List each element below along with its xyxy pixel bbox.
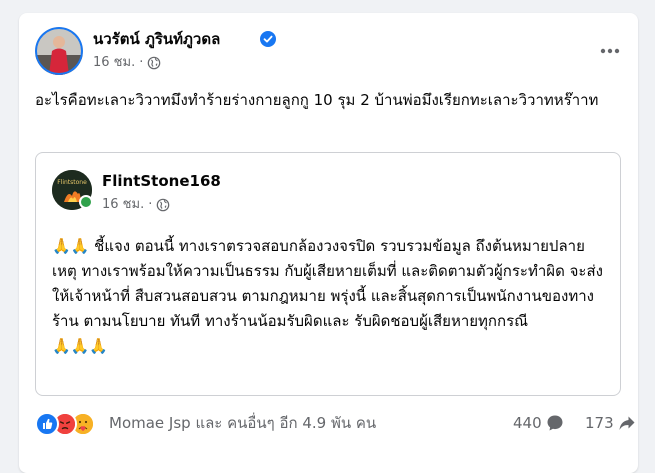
shared-post[interactable]: Flintstone FlintStone168 16 ชม. · 🙏🙏 ชี้… xyxy=(35,152,621,396)
more-options-button[interactable] xyxy=(594,35,626,67)
post-time[interactable]: 16 ชม. xyxy=(93,54,135,72)
shared-post-time[interactable]: 16 ชม. xyxy=(102,196,144,214)
shared-post-meta: 16 ชม. · xyxy=(102,196,170,214)
pray-emoji-closing: 🙏🙏🙏 xyxy=(52,337,109,355)
shared-post-text: 🙏🙏 ชี้แจง ตอนนี้ ทางเราตรวจสอบกล้องวงจรป… xyxy=(52,234,608,359)
author-avatar[interactable] xyxy=(35,27,83,75)
online-status-dot xyxy=(79,195,93,209)
pray-emoji: 🙏🙏 xyxy=(52,237,90,255)
shared-author-name[interactable]: FlintStone168 xyxy=(102,171,221,191)
more-dots-icon xyxy=(600,48,620,54)
comments-count[interactable]: 440 xyxy=(513,413,564,433)
globe-icon xyxy=(157,198,170,212)
share-icon xyxy=(619,416,635,430)
comment-icon xyxy=(547,415,563,431)
reactions-summary[interactable]: Momae Jsp และ คนอื่นๆ อีก 4.9 พัน คน xyxy=(109,413,376,433)
shared-post-body: ชี้แจง ตอนนี้ ทางเราตรวจสอบกล้องวงจรปิด … xyxy=(52,237,603,330)
svg-text:Flintstone: Flintstone xyxy=(57,179,87,186)
like-icon xyxy=(35,412,59,436)
comments-count-value: 440 xyxy=(513,414,542,432)
shares-count-value: 173 xyxy=(585,414,614,432)
author-avatar-image xyxy=(35,27,83,75)
meta-separator: · xyxy=(139,55,144,70)
reaction-icons[interactable] xyxy=(35,412,101,436)
post-footer: Momae Jsp และ คนอื่นๆ อีก 4.9 พัน คน 440… xyxy=(35,408,635,438)
verified-badge-icon xyxy=(260,31,276,47)
shared-author-avatar[interactable]: Flintstone xyxy=(52,170,93,210)
shares-count[interactable]: 173 xyxy=(585,413,636,433)
globe-icon xyxy=(148,56,161,70)
shared-meta-separator: · xyxy=(148,197,153,212)
post-card: นวรัตน์ ภูรินท์ภูวดล 16 ชม. · อะไรคือทะเ… xyxy=(19,13,638,473)
author-name[interactable]: นวรัตน์ ภูรินท์ภูวดล xyxy=(93,29,220,49)
post-meta: 16 ชม. · xyxy=(93,54,161,72)
post-text: อะไรคือทะเลาะวิวาทมึงทำร้ายร่างกายลูกกู … xyxy=(35,91,599,109)
